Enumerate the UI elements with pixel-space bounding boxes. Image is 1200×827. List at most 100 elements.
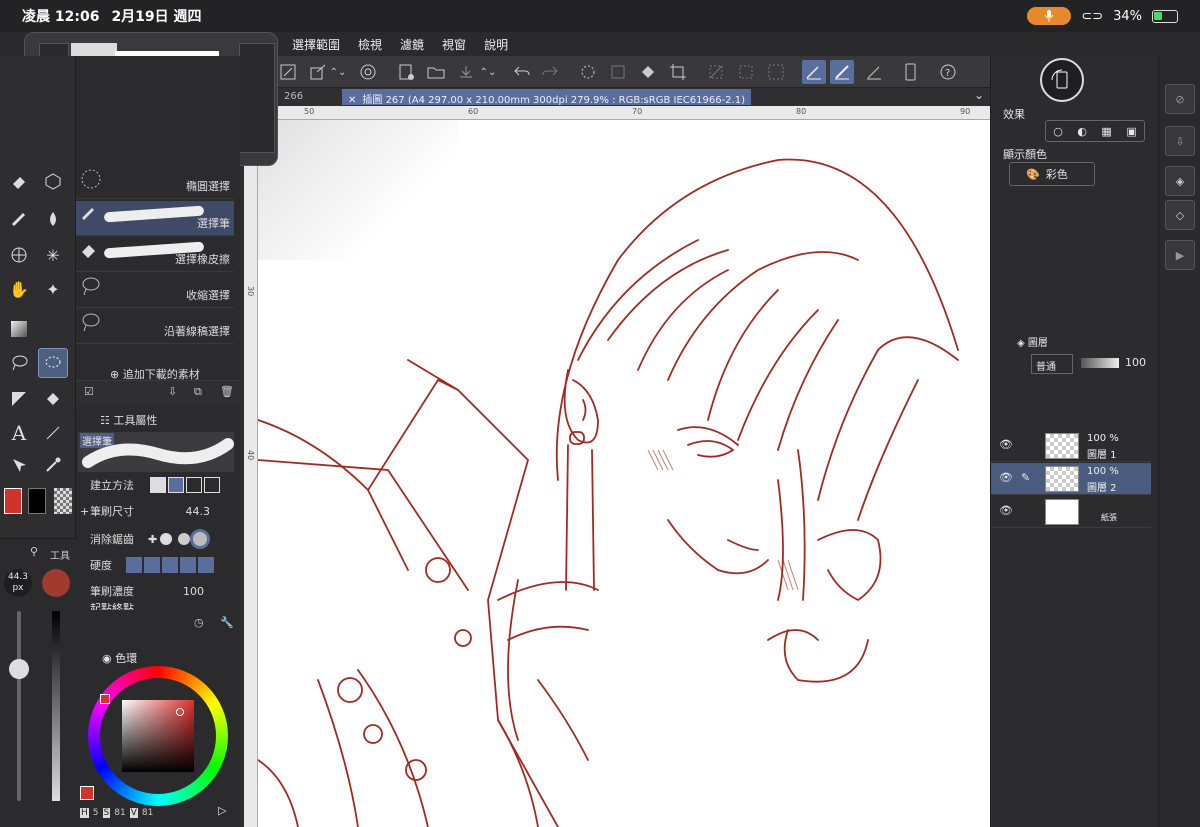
effect-pattern-icon[interactable]: ▦ <box>1101 125 1111 138</box>
brush-line-icon[interactable] <box>830 60 854 84</box>
aa-strong-icon[interactable] <box>193 532 208 546</box>
menu-filter[interactable]: 濾鏡 <box>400 36 424 53</box>
hue-picker[interactable] <box>100 694 110 704</box>
chevron-down-icon[interactable]: ⌄ <box>974 88 984 102</box>
brush-size-field[interactable]: 44.3 <box>180 505 211 518</box>
wrench-icon[interactable]: 🔧 <box>220 616 234 629</box>
crop-icon[interactable] <box>666 60 690 84</box>
clear-icon[interactable] <box>606 60 630 84</box>
antialias-row[interactable]: 消除鋸齒 ✚ <box>80 528 236 550</box>
brush-size-slider[interactable] <box>9 611 29 801</box>
main-color-swatch[interactable] <box>4 488 22 514</box>
aa-mid-icon[interactable] <box>178 533 191 545</box>
eye-icon[interactable]: 👁 <box>999 504 1013 517</box>
aa-none-icon[interactable]: ✚ <box>148 533 157 546</box>
save-icon[interactable] <box>454 60 478 84</box>
text-tool-icon[interactable]: A <box>4 418 34 448</box>
layer-row[interactable]: 👁 100 % 圖層 1 <box>991 430 1151 462</box>
import-icon[interactable]: ⇩ <box>168 385 177 398</box>
eye-icon[interactable]: 👁 <box>999 438 1013 451</box>
subtool-trace-select[interactable]: 沿著線稿選擇 <box>76 309 234 344</box>
layer-row[interactable]: 👁 紙張 <box>991 496 1151 528</box>
ruler-pen-icon[interactable] <box>862 60 886 84</box>
density-value[interactable]: 100 <box>180 585 204 598</box>
new-file-icon[interactable] <box>394 60 418 84</box>
mode-intersect-icon[interactable] <box>204 477 220 493</box>
stepper-icon[interactable]: ⌃⌄ <box>330 60 347 84</box>
transparent-swatch[interactable] <box>54 488 72 514</box>
effect-layers-icon[interactable]: ▣ <box>1126 125 1136 138</box>
screen-rotate-button[interactable] <box>1040 58 1084 102</box>
tab-color-wheel[interactable]: ◉ 色環 <box>102 650 137 666</box>
ruler-tool-icon[interactable] <box>4 384 34 414</box>
gradient-icon[interactable] <box>4 314 34 344</box>
magic-wand-icon[interactable]: ✦ <box>38 274 68 304</box>
redo-icon[interactable] <box>538 60 562 84</box>
open-folder-icon[interactable] <box>424 60 448 84</box>
expand-icon[interactable]: + <box>80 505 90 518</box>
hand-icon[interactable]: ✋ <box>4 274 34 304</box>
eye-icon[interactable]: 👁 <box>999 471 1013 484</box>
color-wheel[interactable] <box>88 666 228 806</box>
animation-icon[interactable]: ▶ <box>1165 240 1195 270</box>
mini-main-color[interactable] <box>80 786 94 800</box>
pencil-icon[interactable] <box>4 204 34 234</box>
subtool-selection-pen[interactable]: 選擇筆 <box>76 201 234 236</box>
globe-icon[interactable] <box>4 240 34 270</box>
download-icon[interactable]: ⇩ <box>1165 126 1195 156</box>
fill-icon[interactable] <box>636 60 660 84</box>
object-select-icon[interactable] <box>4 450 34 480</box>
blend-drop-icon[interactable] <box>38 204 68 234</box>
mode-subtract-icon[interactable] <box>186 477 202 493</box>
deselect-icon[interactable] <box>704 60 728 84</box>
layers-icon[interactable]: ◇ <box>1165 200 1195 230</box>
undo-icon[interactable] <box>510 60 534 84</box>
selection-pen-icon[interactable] <box>38 348 68 378</box>
sparkle-icon[interactable]: ✳ <box>38 240 68 270</box>
subtool-settings-icon[interactable]: ☑ <box>84 385 94 398</box>
subtool-shrink-select[interactable]: 收縮選擇 <box>76 273 234 308</box>
menu-select[interactable]: 選擇範圍 <box>292 36 340 53</box>
trash-icon[interactable]: 🗑 <box>220 385 234 398</box>
duplicate-icon[interactable]: ⧉ <box>194 385 202 399</box>
reset-icon[interactable]: ◷ <box>194 616 204 629</box>
pen-line-icon[interactable] <box>802 60 826 84</box>
density-row[interactable]: 筆刷濃度 100 <box>80 580 236 602</box>
effect-circle-icon[interactable]: ○ <box>1053 125 1063 138</box>
3d-object-icon[interactable] <box>38 166 68 196</box>
sv-picker[interactable] <box>176 708 184 716</box>
eraser-icon[interactable] <box>4 166 34 196</box>
tab-prev-document[interactable]: 266 <box>284 91 303 102</box>
menu-window[interactable]: 視窗 <box>442 36 466 53</box>
display-color-dropdown[interactable]: 🎨 彩色 <box>1009 162 1095 186</box>
opacity-bar[interactable] <box>1081 358 1119 368</box>
device-icon[interactable] <box>898 60 922 84</box>
expand-selection-icon[interactable] <box>764 60 788 84</box>
layer-property-icon[interactable]: ◈ <box>1165 166 1195 196</box>
play-icon[interactable]: ▷ <box>218 804 226 817</box>
stepper2-icon[interactable]: ⌃⌄ <box>480 60 497 84</box>
drawing-canvas[interactable] <box>258 120 990 827</box>
fit-icon[interactable] <box>276 60 300 84</box>
mode-new-icon[interactable] <box>150 477 166 493</box>
hardness-row[interactable]: 硬度 <box>80 554 236 576</box>
subtool-selection-eraser[interactable]: 選擇橡皮擦 <box>76 237 234 272</box>
help-icon[interactable]: ? <box>936 60 960 84</box>
layer-opacity-value[interactable]: 100 <box>1125 356 1146 369</box>
sub-color-swatch[interactable] <box>28 488 46 514</box>
menu-help[interactable]: 說明 <box>484 36 508 53</box>
opacity-slider[interactable] <box>52 611 60 801</box>
blend-mode-dropdown[interactable]: 普通 <box>1031 354 1073 374</box>
close-icon[interactable]: ✕ <box>348 95 356 106</box>
mode-add-icon[interactable] <box>168 477 184 493</box>
lasso-fill-icon[interactable] <box>356 60 380 84</box>
tab-current-document[interactable]: ✕ 插圖 267 (A4 297.00 x 210.00mm 300dpi 279… <box>342 89 751 106</box>
loading-icon[interactable] <box>576 60 600 84</box>
menu-view[interactable]: 檢視 <box>358 36 382 53</box>
eyedropper-icon[interactable] <box>38 450 68 480</box>
effect-tone-icon[interactable]: ◐ <box>1077 125 1087 138</box>
aa-weak-icon[interactable] <box>160 533 173 545</box>
brush-size-row[interactable]: + 筆刷尺寸 44.3 <box>80 500 236 522</box>
lasso-icon[interactable] <box>4 348 34 378</box>
navigator-icon[interactable]: ⊘ <box>1165 84 1195 114</box>
